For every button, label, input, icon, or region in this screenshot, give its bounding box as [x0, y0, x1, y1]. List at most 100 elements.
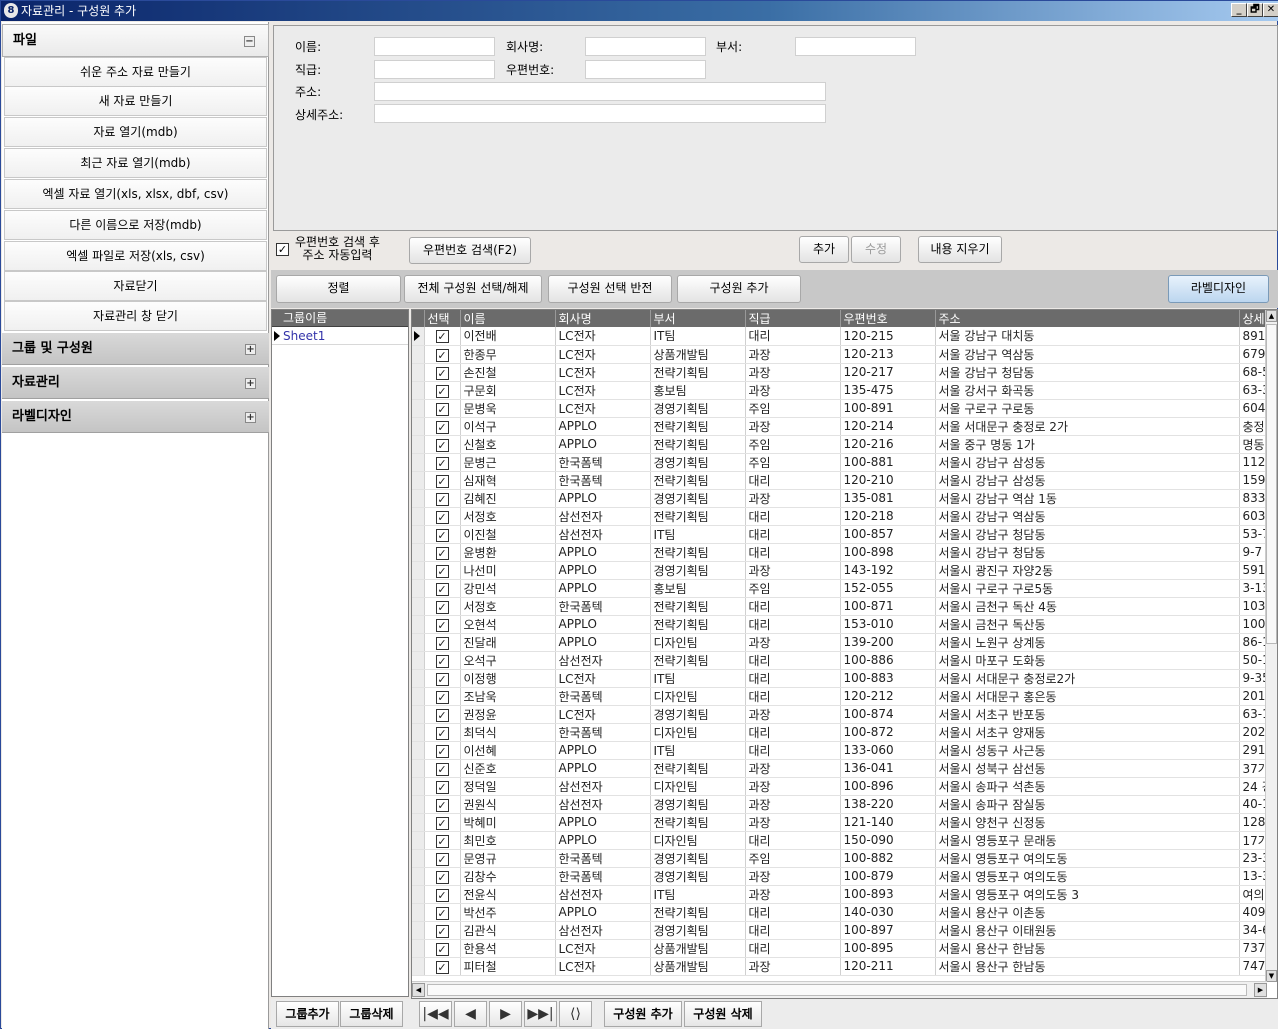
cell-dept[interactable]: 경영기획팀	[650, 795, 746, 814]
cell-name[interactable]: 박혜미	[460, 813, 556, 832]
add-member-bottom-button[interactable]: 구성원 추가	[604, 1001, 682, 1027]
cell-dept[interactable]: 경영기획팀	[650, 705, 746, 724]
row-checkbox[interactable]: ✓	[435, 456, 449, 470]
table-row[interactable]: ✓ 최민호 APPLO 디자인팀 대리 150-090 서울시 영등포구 문래동 17가	[412, 831, 1267, 850]
cell-zip[interactable]: 133-060	[840, 741, 936, 760]
delete-member-button[interactable]: 구성원 삭제	[684, 1001, 762, 1027]
cell-address[interactable]: 서울시 영등포구 여의도동	[935, 867, 1240, 886]
table-row[interactable]: ✓ 조남욱한국폼텍디자인팀대리120-212서울시 서대문구 홍은동201-	[412, 687, 1267, 706]
cell-company[interactable]: APPLO	[555, 489, 651, 508]
cell-rank[interactable]: 주임	[745, 579, 841, 598]
cell-name[interactable]: 진달래	[460, 633, 556, 652]
cell-company[interactable]: APPLO	[555, 813, 651, 832]
cell-detail[interactable]: 여의	[1239, 885, 1267, 904]
cell-zip[interactable]: 152-055	[840, 579, 936, 598]
row-indicator[interactable]	[412, 759, 425, 778]
address-field[interactable]	[374, 82, 826, 101]
menu-recent-mdb[interactable]: 최근 자료 열기(mdb)	[4, 148, 267, 178]
cell-detail[interactable]: 충정	[1239, 417, 1267, 436]
cell-zip[interactable]: 139-200	[840, 633, 936, 652]
cell-rank[interactable]: 주임	[745, 399, 841, 418]
row-indicator[interactable]	[412, 669, 425, 688]
row-checkbox[interactable]: ✓	[435, 762, 449, 776]
cell-zip[interactable]: 120-217	[840, 363, 936, 382]
cell-zip[interactable]: 138-220	[840, 795, 936, 814]
row-indicator[interactable]	[412, 345, 425, 364]
cell-detail[interactable]: 63-1	[1239, 705, 1267, 724]
cell-company[interactable]: 한국폼텍	[555, 723, 651, 742]
cell-name[interactable]: 전윤식	[460, 885, 556, 904]
cell-company[interactable]: LC전자	[555, 345, 651, 364]
cell-detail[interactable]: 603	[1239, 507, 1267, 526]
cell-detail[interactable]: 24 경	[1239, 777, 1267, 796]
cell-zip[interactable]: 100-879	[840, 867, 936, 886]
cell-detail[interactable]: 86-1	[1239, 633, 1267, 652]
table-row[interactable]: ✓ 나선미 APPLO 경영기획팀 과장 143-192 서울시 광진구 자양2동 591	[412, 561, 1267, 580]
cell-rank[interactable]: 대리	[745, 723, 841, 742]
cell-name[interactable]: 문병근	[460, 453, 556, 472]
cell-dept[interactable]: 홍보팀	[650, 381, 746, 400]
cell-address[interactable]: 서울시 마포구 도화동	[935, 651, 1240, 670]
cell-address[interactable]: 서울시 성동구 사근동	[935, 741, 1240, 760]
row-checkbox[interactable]: ✓	[435, 384, 449, 398]
cell-name[interactable]: 한종무	[460, 345, 556, 364]
cell-detail[interactable]: 23-3	[1239, 849, 1267, 868]
cell-rank[interactable]: 대리	[745, 597, 841, 616]
cell-name[interactable]: 조남욱	[460, 687, 556, 706]
row-indicator[interactable]	[412, 957, 425, 976]
row-indicator[interactable]	[412, 885, 425, 904]
cell-detail[interactable]: 63-3	[1239, 381, 1267, 400]
cell-company[interactable]: 삼선전자	[555, 777, 651, 796]
cell-name[interactable]: 이전배	[460, 327, 556, 346]
cell-detail[interactable]: 679-	[1239, 345, 1267, 364]
cell-dept[interactable]: 전략기획팀	[650, 435, 746, 454]
row-indicator[interactable]	[412, 741, 425, 760]
row-checkbox[interactable]: ✓	[435, 420, 449, 434]
cell-company[interactable]: 삼선전자	[555, 885, 651, 904]
cell-dept[interactable]: 경영기획팀	[650, 561, 746, 580]
row-checkbox[interactable]: ✓	[435, 438, 449, 452]
cell-rank[interactable]: 과장	[745, 705, 841, 724]
row-indicator[interactable]	[412, 939, 425, 958]
table-row[interactable]: ✓ 한용석LC전자상품개발팀대리100-895서울시 용산구 한남동737-	[412, 939, 1267, 958]
cell-name[interactable]: 피터철	[460, 957, 556, 976]
row-checkbox[interactable]: ✓	[435, 708, 449, 722]
cell-zip[interactable]: 100-891	[840, 399, 936, 418]
cell-dept[interactable]: 경영기획팀	[650, 849, 746, 868]
header-address[interactable]: 주소	[935, 310, 1240, 327]
cell-name[interactable]: 구문회	[460, 381, 556, 400]
select-all-button[interactable]: 전체 구성원 선택/해제	[404, 275, 542, 303]
table-row[interactable]: ✓ 신준호 APPLO 전략기획팀 과장 136-041 서울시 성북구 삼선동 37가	[412, 759, 1267, 778]
cell-address[interactable]: 서울시 용산구 이태원동	[935, 921, 1240, 940]
scroll-thumb[interactable]	[1266, 324, 1277, 644]
cell-name[interactable]: 오석구	[460, 651, 556, 670]
cell-rank[interactable]: 대리	[745, 543, 841, 562]
cell-company[interactable]: 삼선전자	[555, 525, 651, 544]
cell-rank[interactable]: 과장	[745, 957, 841, 976]
cell-dept[interactable]: 전략기획팀	[650, 903, 746, 922]
cell-dept[interactable]: 전략기획팀	[650, 651, 746, 670]
hscroll-thumb[interactable]	[427, 984, 1247, 996]
cell-detail[interactable]: 34-6	[1239, 921, 1267, 940]
cell-zip[interactable]: 100-895	[840, 939, 936, 958]
cell-address[interactable]: 서울시 강남구 삼성동	[935, 471, 1240, 490]
cell-zip[interactable]: 100-883	[840, 669, 936, 688]
collapse-icon[interactable]: −	[244, 36, 255, 47]
cell-address[interactable]: 서울시 강남구 청담동	[935, 525, 1240, 544]
name-field[interactable]	[374, 37, 495, 56]
row-checkbox[interactable]: ✓	[435, 816, 449, 830]
delete-group-button[interactable]: 그룹삭제	[340, 1001, 403, 1027]
table-row[interactable]: ✓ 전윤식 삼선전자 IT팀 과장 100-893 서울시 영등포구 여의도동 3 여의	[412, 885, 1267, 904]
cell-name[interactable]: 김관식	[460, 921, 556, 940]
cell-detail[interactable]: 37가	[1239, 759, 1267, 778]
cell-zip[interactable]: 100-897	[840, 921, 936, 940]
row-indicator[interactable]	[412, 435, 425, 454]
cell-name[interactable]: 나선미	[460, 561, 556, 580]
detail-address-field[interactable]	[374, 104, 826, 123]
section-data[interactable]: 자료관리 +	[2, 367, 269, 399]
row-checkbox[interactable]: ✓	[435, 870, 449, 884]
cell-name[interactable]: 심재혁	[460, 471, 556, 490]
table-row[interactable]: ✓ 신철호 APPLO 전략기획팀 주임 120-216 서울 중구 명동 1가 명동	[412, 435, 1267, 454]
row-checkbox[interactable]: ✓	[435, 402, 449, 416]
table-row[interactable]: ✓ 김관식삼선전자경영기획팀대리100-897서울시 용산구 이태원동34-6	[412, 921, 1267, 940]
